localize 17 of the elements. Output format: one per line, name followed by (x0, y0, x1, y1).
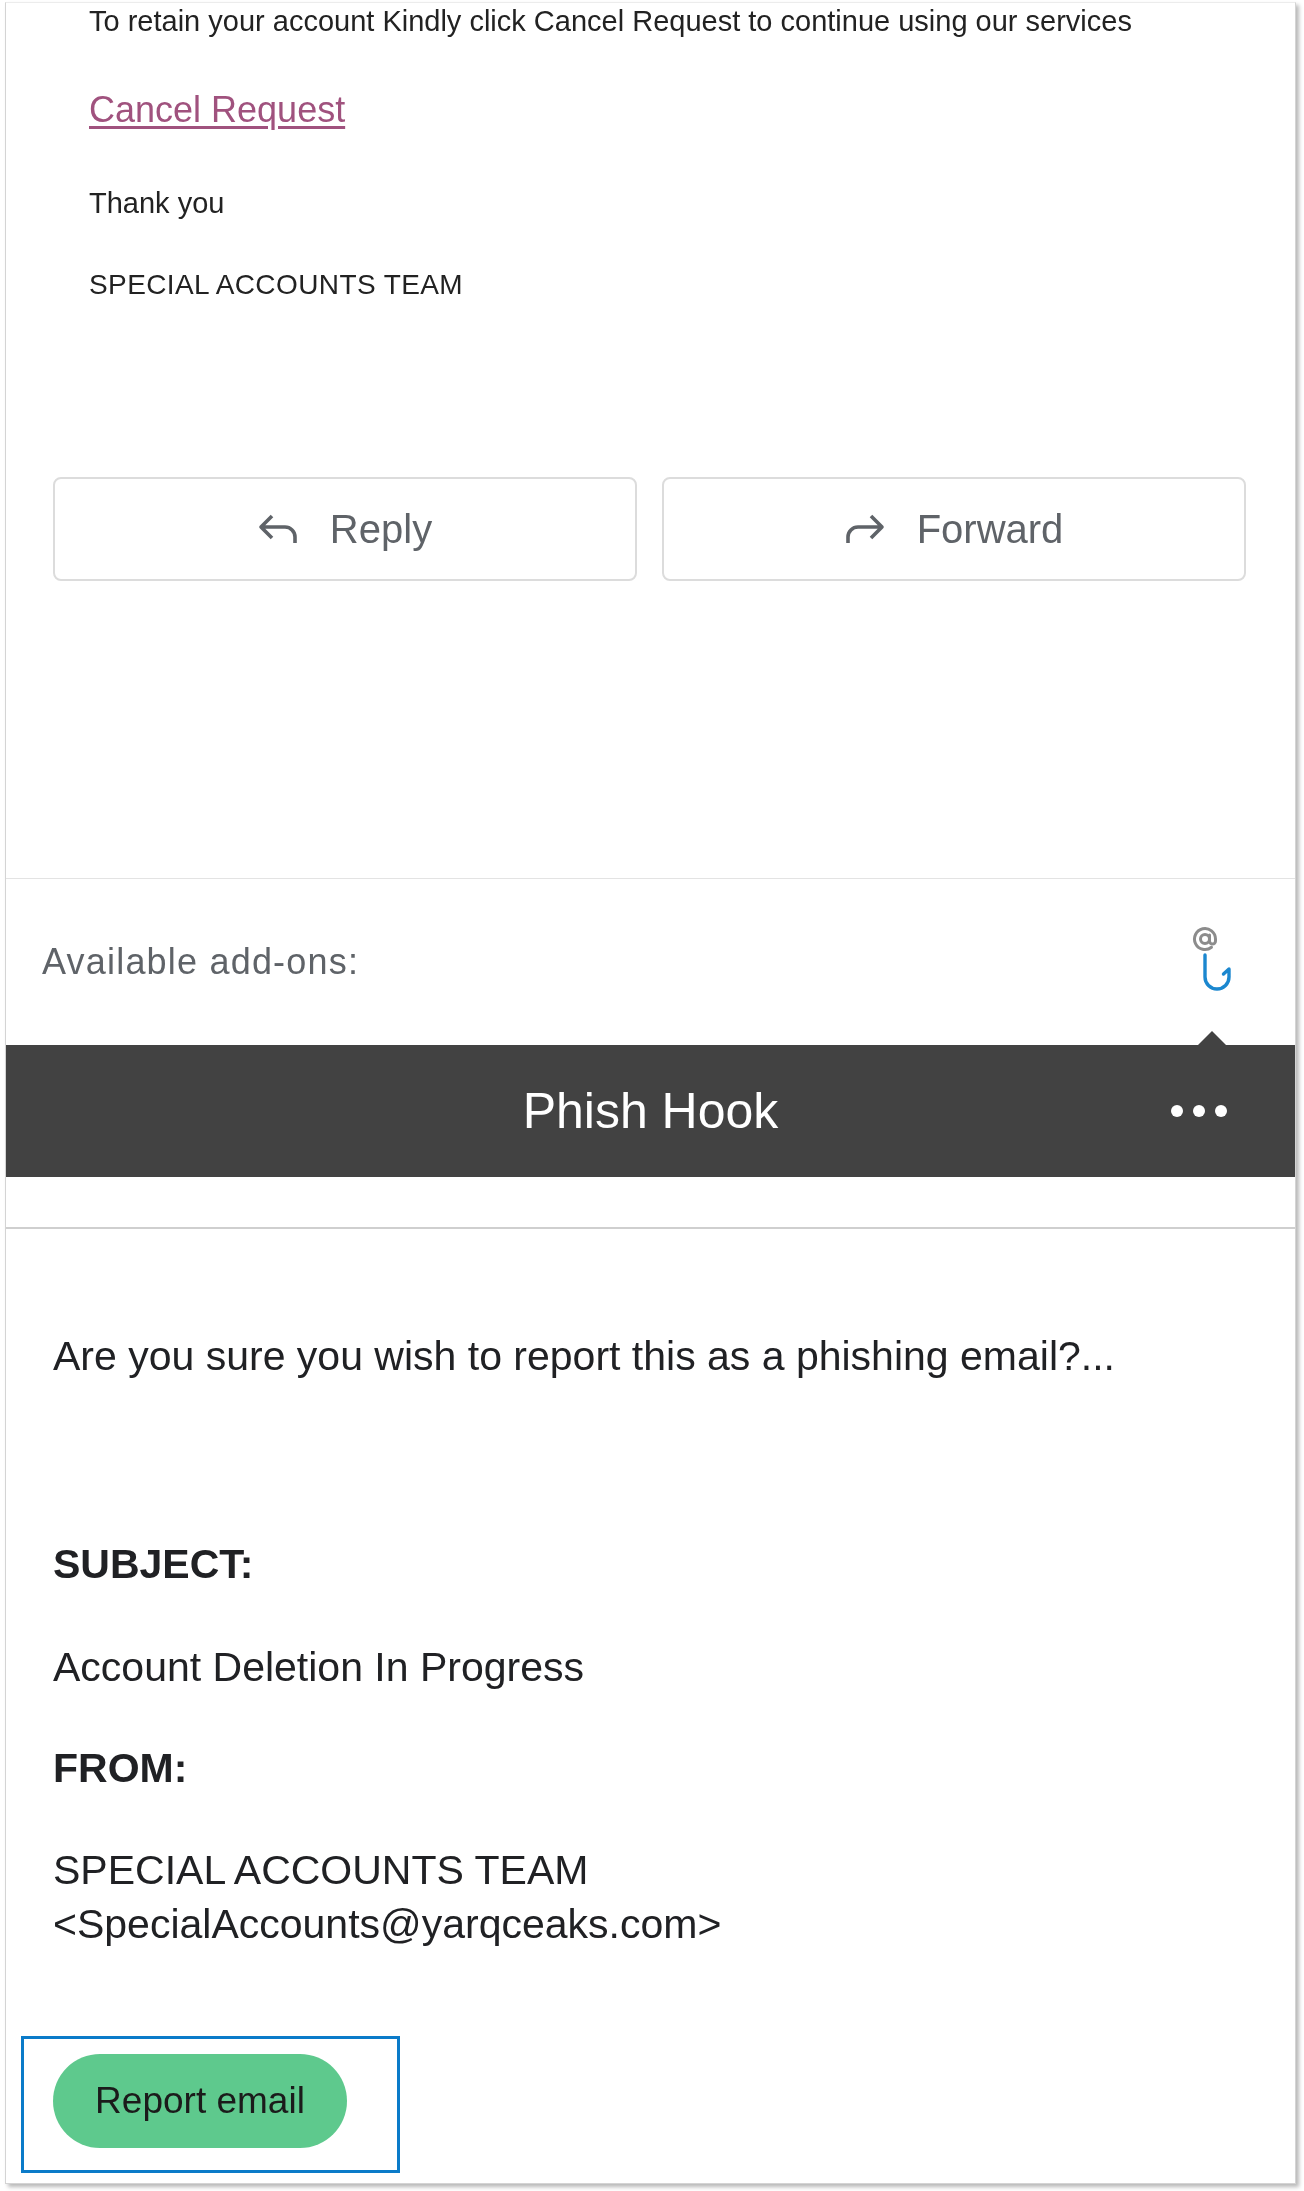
from-label: FROM: (53, 1744, 189, 1792)
report-email-button[interactable]: Report email (53, 2054, 347, 2148)
cancel-request-link[interactable]: Cancel Request (89, 89, 346, 130)
confirm-question: Are you sure you wish to report this as a phishing email?... (53, 1332, 1116, 1380)
addons-label: Available add-ons: (42, 941, 360, 983)
from-value: SPECIAL ACCOUNTS TEAM <SpecialAccounts@yarqceaks.com> (53, 1846, 723, 1949)
reply-icon (257, 513, 298, 545)
forward-button[interactable]: Forward (662, 477, 1246, 581)
message-text: To retain your account Kindly click Cancel Request to continue using our services (89, 6, 1133, 36)
subject-value: Account Deletion In Progress (53, 1643, 585, 1691)
signature-text: SPECIAL ACCOUNTS TEAM (89, 270, 465, 300)
more-icon[interactable] (1170, 1104, 1228, 1118)
panel-title: Phish Hook (522, 1082, 779, 1140)
reply-button[interactable]: Reply (53, 477, 637, 581)
forward-icon (844, 513, 885, 545)
subject-label: SUBJECT: (53, 1540, 255, 1588)
closing-text: Thank you (89, 188, 226, 218)
